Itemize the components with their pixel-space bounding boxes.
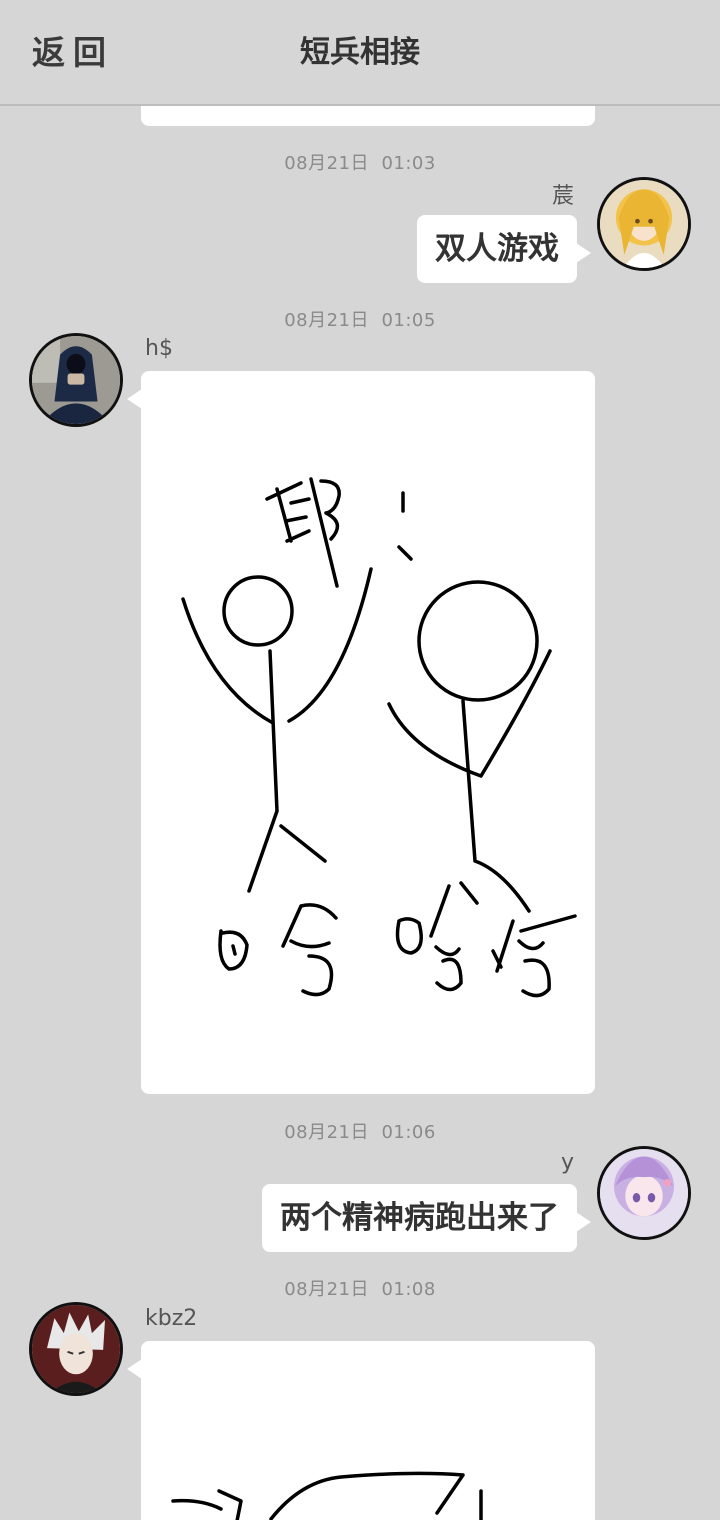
message-timestamp: 08月21日 01:03 (284, 153, 436, 174)
sender-name: 莀 (551, 184, 574, 209)
blonde-anime-girl-avatar[interactable] (597, 177, 691, 271)
purple-haired-anime-girl-avatar[interactable] (597, 1146, 691, 1240)
hooded-person-avatar[interactable] (29, 333, 123, 427)
page-title: 短兵相接 (300, 35, 420, 70)
message-text: 两个精神病跑出来了 (280, 1200, 559, 1236)
message-timestamp: 08月21日 01:05 (284, 310, 436, 331)
stick-figure-drawing (181, 477, 577, 998)
drawing-text-mark (218, 929, 249, 971)
hand-drawing (171, 1471, 483, 1520)
message-timestamp: 08月21日 01:08 (284, 1279, 436, 1300)
sender-name: h$ (145, 336, 173, 361)
sender-name: kbz2 (145, 1306, 198, 1331)
image-message-bubble[interactable] (127, 1341, 595, 1520)
image-message-bubble[interactable] (127, 371, 595, 1094)
message-bubble[interactable]: 两个精神病跑出来了 (262, 1184, 591, 1252)
message-timestamp: 08月21日 01:06 (284, 1122, 436, 1143)
white-haired-anime-boy-avatar[interactable] (29, 1302, 123, 1396)
sender-name: y (560, 1150, 574, 1175)
chat-screen: 返回 短兵相接 08月21日 01:03 莀 双人游戏 08月21日 01:05 (0, 0, 720, 1520)
message-bubble[interactable]: 双人游戏 (417, 215, 591, 283)
top-bar: 返回 短兵相接 (0, 0, 720, 106)
message-text: 双人游戏 (435, 231, 559, 267)
